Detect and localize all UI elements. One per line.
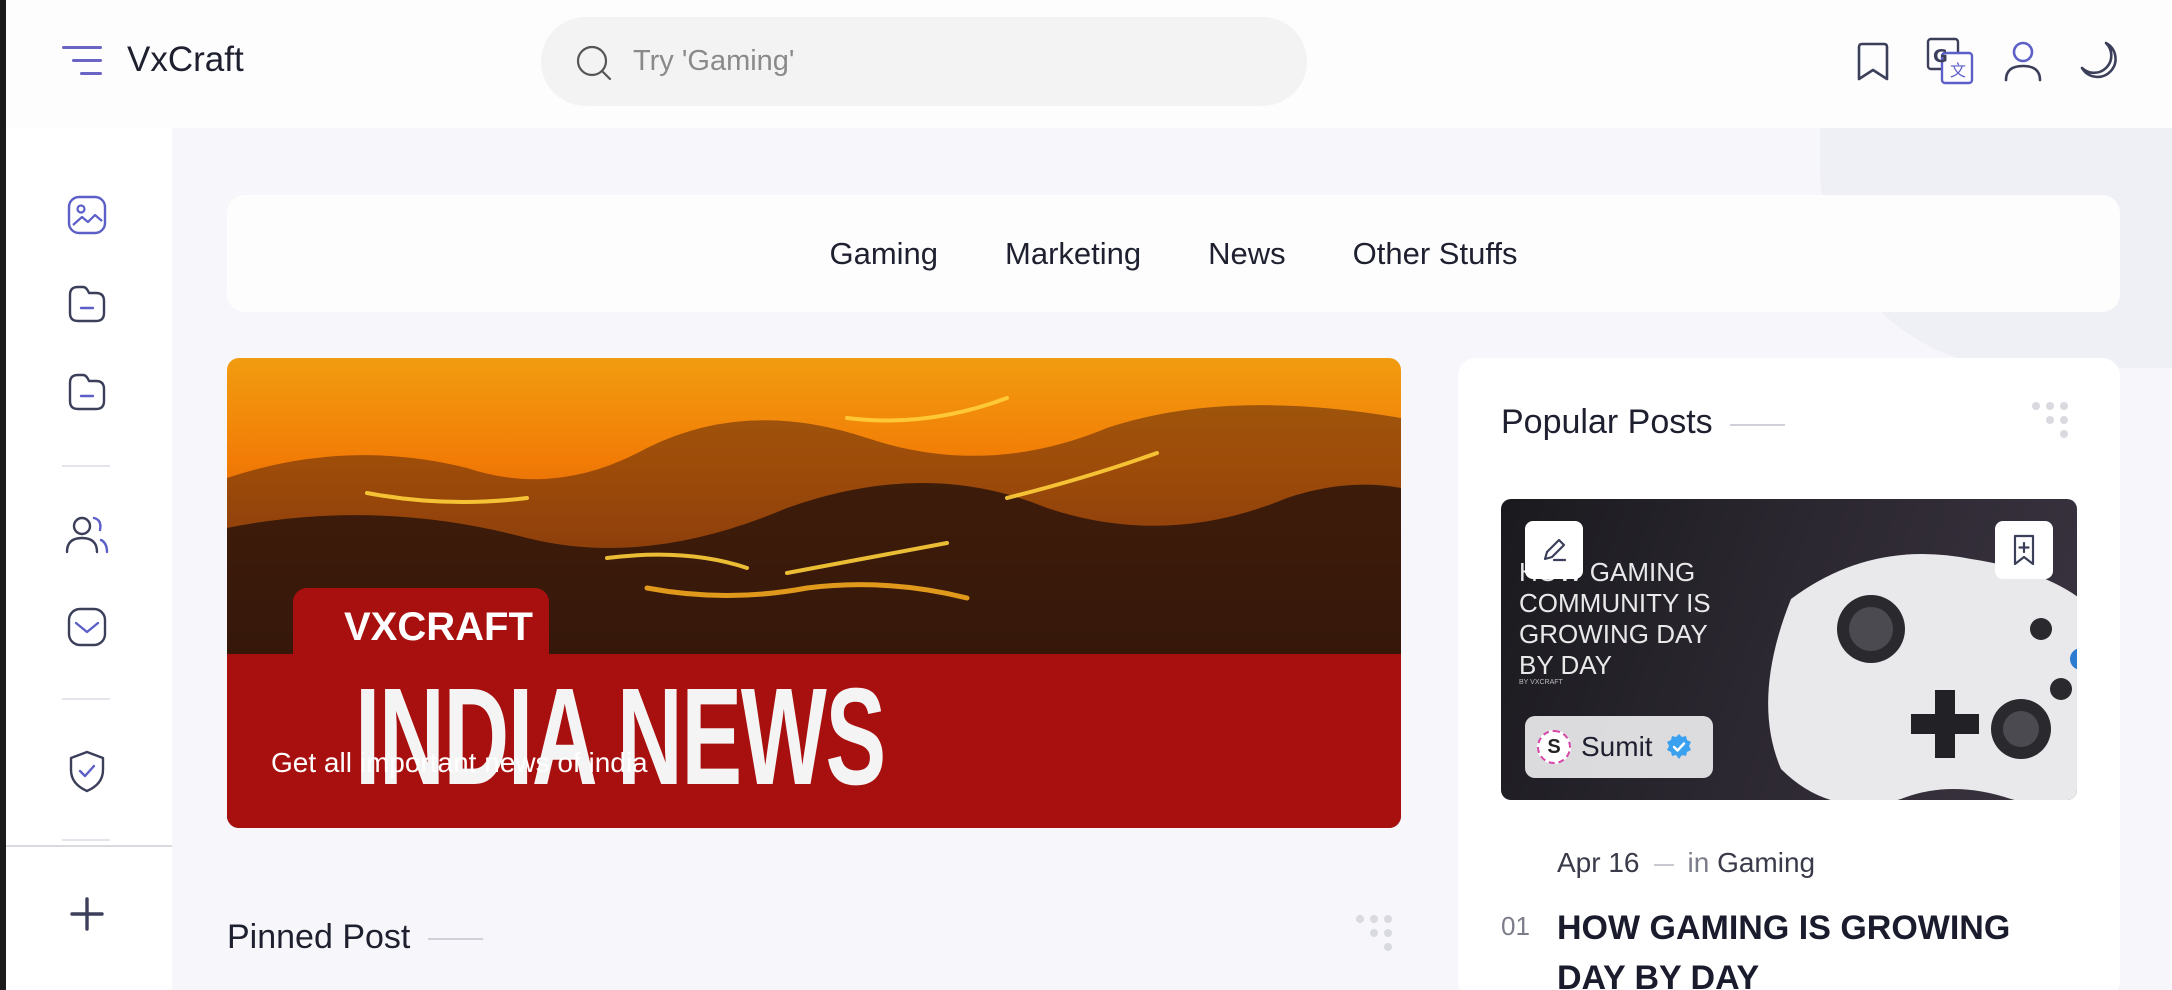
menu-toggle-button[interactable]	[62, 46, 102, 76]
category-other-stuffs[interactable]: Other Stuffs	[1353, 236, 1518, 272]
category-nav: Gaming Marketing News Other Stuffs	[227, 195, 2120, 312]
edit-button[interactable]	[1525, 521, 1583, 579]
hero-brand-text: VXCRAFT	[344, 605, 533, 649]
popular-posts-heading: Popular Posts	[1501, 403, 1713, 441]
hero-title: INDIA NEWS	[355, 660, 886, 814]
folder-icon[interactable]	[64, 369, 110, 415]
post-date: Apr 16	[1557, 847, 1640, 878]
category-news[interactable]: News	[1208, 236, 1286, 272]
inbox-icon[interactable]	[64, 604, 110, 650]
post-number: 01	[1501, 911, 1530, 941]
svg-text:文: 文	[1950, 61, 1966, 80]
plus-icon[interactable]	[64, 891, 110, 937]
shield-check-icon[interactable]	[64, 748, 110, 794]
verified-badge-icon	[1667, 734, 1691, 759]
users-icon[interactable]	[64, 512, 110, 558]
hero-caption: Get all important news of india	[271, 747, 648, 778]
dots-decoration	[1356, 915, 1404, 959]
author-name: Sumit	[1581, 731, 1653, 762]
category-marketing[interactable]: Marketing	[1005, 236, 1141, 272]
post-title-link[interactable]: HOW GAMING IS GROWING DAY BY DAY	[1557, 903, 2077, 990]
heading-dash	[1730, 424, 1785, 426]
pencil-icon	[1543, 538, 1567, 562]
brand-name[interactable]: VxCraft	[127, 40, 244, 80]
avatar: S	[1537, 730, 1571, 764]
sidebar-divider	[62, 465, 110, 467]
search-bar[interactable]	[541, 17, 1307, 106]
post-category-link[interactable]: Gaming	[1717, 847, 1815, 878]
translate-icon[interactable]: G 文	[1925, 36, 1975, 86]
dots-decoration	[2032, 402, 2080, 446]
folder-icon[interactable]	[64, 281, 110, 327]
bookmark-add-button[interactable]	[1995, 521, 2053, 579]
card-image-subtext: BY VXCRAFT	[1519, 679, 1563, 686]
post-in-label: in	[1687, 847, 1710, 878]
sidebar-bottom-divider	[6, 845, 172, 847]
sidebar	[6, 128, 172, 990]
bookmark-plus-icon	[2013, 534, 2035, 566]
bookmark-icon[interactable]	[1850, 38, 1896, 84]
search-icon	[576, 45, 612, 81]
search-input[interactable]	[633, 39, 1253, 83]
sidebar-divider	[62, 839, 110, 841]
gallery-icon[interactable]	[64, 192, 110, 238]
category-gaming[interactable]: Gaming	[829, 236, 938, 272]
sidebar-divider	[62, 698, 110, 700]
meta-separator	[1653, 863, 1674, 866]
moon-icon[interactable]	[2076, 38, 2122, 84]
author-chip[interactable]: S Sumit	[1525, 716, 1713, 778]
popular-post-card[interactable]: HOW GAMING COMMUNITY IS GROWING DAY BY D…	[1501, 499, 2077, 800]
hero-banner[interactable]: VXCRAFT INDIA NEWS Get all important new…	[227, 358, 1401, 828]
pinned-post-heading: Pinned Post	[227, 918, 411, 956]
svg-text:G: G	[1933, 46, 1948, 67]
post-meta: Apr 16 in Gaming	[1557, 847, 1815, 879]
heading-dash	[428, 938, 483, 940]
user-icon[interactable]	[2000, 38, 2046, 84]
